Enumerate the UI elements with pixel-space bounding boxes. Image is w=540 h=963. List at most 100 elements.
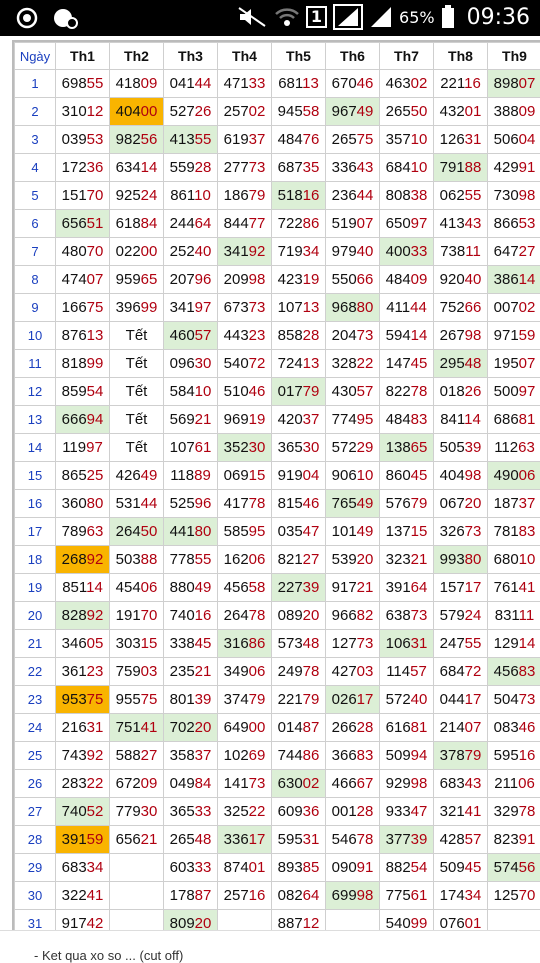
result-last-two-digits: 07	[465, 719, 482, 736]
result-last-two-digits: 16	[195, 607, 212, 624]
result-prefix: 858	[278, 327, 303, 344]
result-prefix: 227	[278, 579, 303, 596]
result-last-two-digits: 53	[87, 131, 104, 148]
result-prefix: 466	[332, 775, 357, 792]
result-cell: 82278	[380, 378, 434, 406]
result-cell: 31686	[218, 630, 272, 658]
result-prefix: 579	[440, 607, 465, 624]
result-cell: 55066	[326, 266, 380, 294]
result-cell: 67046	[326, 70, 380, 98]
result-prefix: 336	[332, 159, 357, 176]
result-cell: 77495	[326, 406, 380, 434]
result-last-two-digits: 16	[303, 187, 320, 204]
result-last-two-digits: 13	[87, 327, 104, 344]
result-prefix: 866	[494, 215, 519, 232]
result-last-two-digits: 39	[411, 831, 428, 848]
lottery-results-table-container[interactable]: NgàyTh1Th2Th3Th4Th5Th6Th7Th8Th9 16985541…	[12, 40, 540, 930]
result-cell: 10761	[164, 434, 218, 462]
result-last-two-digits: 14	[411, 327, 428, 344]
result-last-two-digits: 10	[357, 467, 374, 484]
result-prefix: 119	[62, 439, 86, 456]
result-cell: 97940	[326, 238, 380, 266]
result-last-two-digits: 20	[195, 915, 212, 930]
result-prefix: 500	[494, 383, 519, 400]
result-cell: 19170	[110, 602, 164, 630]
result-cell: 40400	[110, 98, 164, 126]
result-last-two-digits: 99	[141, 299, 158, 316]
result-cell: 40033	[380, 238, 434, 266]
result-cell	[110, 882, 164, 910]
sim-icon: 1	[306, 6, 327, 28]
result-last-two-digits: 31	[411, 635, 428, 652]
result-prefix: 361	[62, 663, 87, 680]
table-row: 1087613Tết460574432385828204735941426798…	[15, 322, 540, 350]
result-last-two-digits: 06	[518, 775, 535, 792]
result-prefix: 443	[224, 327, 249, 344]
result-prefix: 540	[386, 915, 411, 930]
result-prefix: 630	[278, 775, 303, 792]
result-last-two-digits: 41	[465, 803, 482, 820]
result-cell: 57229	[326, 434, 380, 462]
result-last-two-digits: 45	[411, 355, 428, 372]
table-row: 1636080531445259641778815467654957679067…	[15, 490, 540, 518]
result-last-two-digits: 70	[141, 607, 158, 624]
result-cell: 33845	[164, 630, 218, 658]
day-number: 10	[15, 322, 56, 350]
result-last-two-digits: 05	[87, 635, 104, 652]
result-prefix: 101	[332, 523, 357, 540]
result-prefix: 917	[62, 915, 87, 930]
result-prefix: 759	[116, 663, 141, 680]
result-prefix: 062	[440, 187, 465, 204]
result-prefix: 247	[440, 635, 465, 652]
result-cell: 99380	[434, 546, 488, 574]
result-last-two-digits: 56	[519, 859, 536, 876]
result-prefix: 338	[170, 635, 195, 652]
result-prefix: 860	[386, 467, 411, 484]
result-prefix: 310	[62, 103, 87, 120]
result-cell: 10269	[218, 742, 272, 770]
result-prefix: 090	[332, 859, 357, 876]
result-cell: 76549	[326, 490, 380, 518]
result-last-two-digits: 50	[141, 523, 158, 540]
table-row: 1778963264504418058595035471014913715326…	[15, 518, 540, 546]
result-prefix: 427	[332, 663, 357, 680]
result-cell: 61884	[110, 210, 164, 238]
result-last-two-digits: 21	[195, 411, 212, 428]
table-row: 1411997Tết107613523036530572291386550539…	[15, 434, 540, 462]
result-cell: 53920	[326, 546, 380, 574]
result-cell: 87401	[218, 854, 272, 882]
result-prefix: 684	[440, 663, 465, 680]
result-last-two-digits: 81	[411, 719, 428, 736]
result-cell: 68334	[56, 854, 110, 882]
result-last-two-digits: 64	[411, 579, 428, 596]
result-cell: 37879	[434, 742, 488, 770]
result-last-two-digits: 10	[195, 383, 212, 400]
result-cell: 03953	[56, 126, 110, 154]
result-cell: 60936	[272, 798, 326, 826]
result-cell: 68343	[434, 770, 488, 798]
result-prefix: 283	[62, 775, 87, 792]
result-last-two-digits: 37	[303, 411, 320, 428]
column-header-month: Th2	[110, 43, 164, 70]
result-prefix: 321	[440, 803, 465, 820]
result-prefix: 815	[278, 495, 303, 512]
result-cell: 89807	[488, 70, 540, 98]
result-cell: 86110	[164, 182, 218, 210]
result-cell: 08264	[272, 882, 326, 910]
result-last-two-digits: 44	[141, 495, 158, 512]
result-cell: 59414	[380, 322, 434, 350]
result-last-two-digits: 45	[465, 859, 482, 876]
result-last-two-digits: 67	[357, 775, 374, 792]
day-number: 8	[15, 266, 56, 294]
result-prefix: 828	[62, 607, 87, 624]
result-prefix: 430	[332, 383, 357, 400]
result-prefix: Tết	[126, 439, 148, 456]
result-prefix: 831	[495, 607, 519, 624]
result-cell: 87613	[56, 322, 110, 350]
result-cell: 45658	[218, 574, 272, 602]
result-cell: 12570	[488, 882, 540, 910]
result-cell: 32822	[326, 350, 380, 378]
result-last-two-digits: 64	[303, 887, 320, 904]
result-prefix: 539	[332, 551, 357, 568]
result-prefix: 509	[386, 747, 411, 764]
